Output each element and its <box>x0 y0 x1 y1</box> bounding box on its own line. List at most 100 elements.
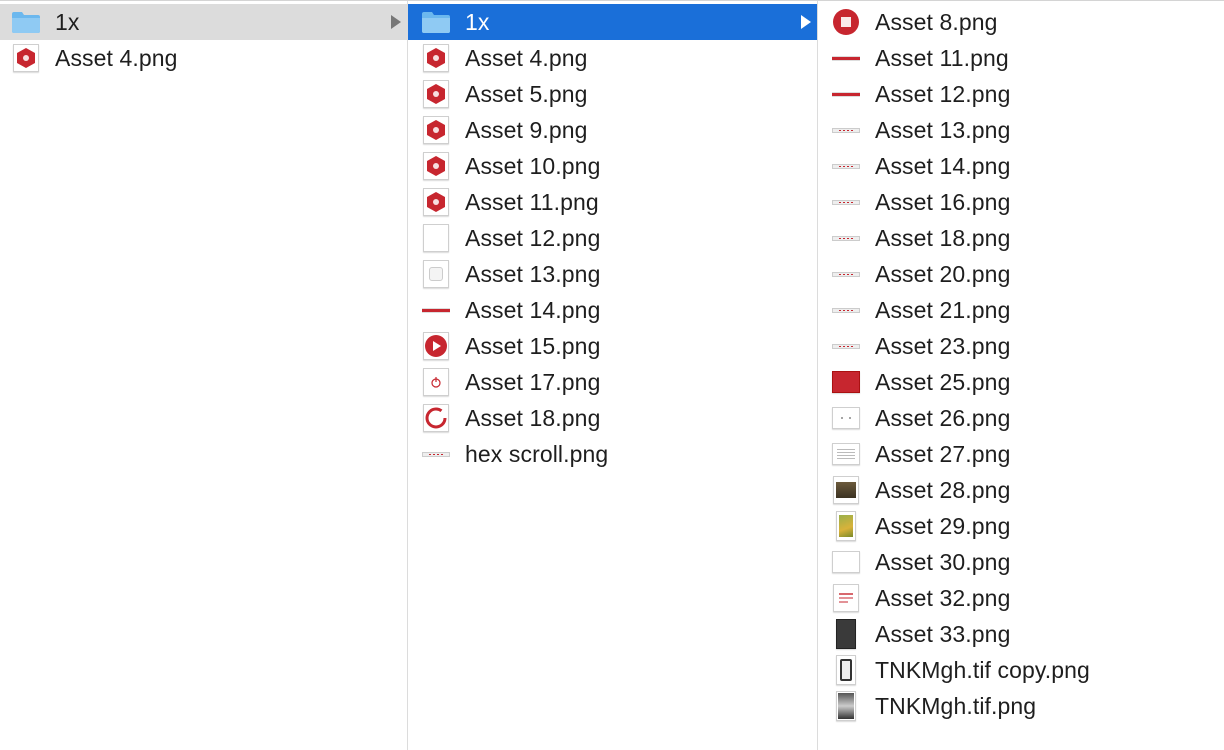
file-row[interactable]: Asset 20.png <box>818 256 1224 292</box>
file-row[interactable]: Asset 4.png <box>0 40 407 76</box>
file-row[interactable]: Asset 23.png <box>818 328 1224 364</box>
file-name: Asset 18.png <box>875 224 1011 251</box>
hex-red-icon <box>421 43 451 73</box>
folder-row[interactable]: 1x <box>408 4 817 40</box>
hex-red-icon <box>421 151 451 181</box>
file-row[interactable]: Asset 4.png <box>408 40 817 76</box>
blank-wide-thumbnail-icon <box>831 547 861 577</box>
file-row[interactable]: Asset 17.png <box>408 364 817 400</box>
file-row[interactable]: Asset 10.png <box>408 148 817 184</box>
file-row[interactable]: Asset 13.png <box>818 112 1224 148</box>
file-name: Asset 10.png <box>465 152 601 179</box>
red-box-thumbnail-icon <box>831 367 861 397</box>
power-thumbnail-icon <box>421 367 451 397</box>
hex-red-icon <box>11 43 41 73</box>
photo-thumbnail-icon <box>831 475 861 505</box>
dark-tall-thumbnail-icon <box>831 619 861 649</box>
file-name: TNKMgh.tif.png <box>875 692 1037 719</box>
file-row[interactable]: Asset 9.png <box>408 112 817 148</box>
file-name: Asset 18.png <box>465 404 601 431</box>
text-red-thumbnail-icon <box>831 583 861 613</box>
file-row[interactable]: Asset 13.png <box>408 256 817 292</box>
dots-thumbnail-icon <box>831 403 861 433</box>
dotted-bar-thumbnail-icon <box>831 223 861 253</box>
file-row[interactable]: Asset 18.png <box>818 220 1224 256</box>
file-name: Asset 12.png <box>465 224 601 251</box>
column-3[interactable]: Asset 8.png Asset 11.png Asset 12.png Asset… <box>818 1 1224 750</box>
column-2[interactable]: 1x Asset 4.png Asset 5.png Asset 9.png A… <box>408 1 818 750</box>
bar-thumbnail-icon <box>831 43 861 73</box>
file-name: Asset 26.png <box>875 404 1011 431</box>
file-name: Asset 29.png <box>875 512 1011 539</box>
dotted-bar-thumbnail-icon <box>831 115 861 145</box>
file-name: Asset 4.png <box>465 44 588 71</box>
blank-thumbnail-icon <box>421 223 451 253</box>
file-row[interactable]: Asset 8.png <box>818 4 1224 40</box>
disclosure-arrow-icon <box>391 15 401 29</box>
lines-thumbnail-icon <box>831 439 861 469</box>
column-view-browser: 1x Asset 4.png 1x Asset 4.png Asset 5.pn… <box>0 0 1224 750</box>
file-name: Asset 13.png <box>875 116 1011 143</box>
file-row[interactable]: Asset 11.png <box>408 184 817 220</box>
file-name: Asset 32.png <box>875 584 1011 611</box>
bar-thumbnail-icon <box>831 79 861 109</box>
file-name: Asset 12.png <box>875 80 1011 107</box>
file-name: Asset 30.png <box>875 548 1011 575</box>
file-row[interactable]: TNKMgh.tif copy.png <box>818 652 1224 688</box>
file-name: Asset 5.png <box>465 80 588 107</box>
folder-icon <box>11 7 41 37</box>
file-row[interactable]: Asset 30.png <box>818 544 1224 580</box>
bar-thumbnail-icon <box>421 295 451 325</box>
file-name: TNKMgh.tif copy.png <box>875 656 1090 683</box>
file-name: Asset 13.png <box>465 260 601 287</box>
file-row[interactable]: hex scroll.png <box>408 436 817 472</box>
file-row[interactable]: Asset 26.png <box>818 400 1224 436</box>
green-photo-thumbnail-icon <box>831 511 861 541</box>
file-name: Asset 25.png <box>875 368 1011 395</box>
file-name: Asset 21.png <box>875 296 1011 323</box>
file-name: 1x <box>55 8 80 35</box>
dotted-bar-thumbnail-icon <box>421 439 451 469</box>
file-row[interactable]: Asset 29.png <box>818 508 1224 544</box>
file-name: Asset 11.png <box>875 44 1009 71</box>
hex-red-icon <box>421 115 451 145</box>
file-row[interactable]: Asset 25.png <box>818 364 1224 400</box>
file-name: Asset 20.png <box>875 260 1011 287</box>
column-1[interactable]: 1x Asset 4.png <box>0 1 408 750</box>
file-row[interactable]: Asset 14.png <box>818 148 1224 184</box>
dotted-bar-thumbnail-icon <box>831 259 861 289</box>
phone-thumbnail-icon <box>831 655 861 685</box>
dotted-bar-thumbnail-icon <box>831 187 861 217</box>
file-row[interactable]: Asset 15.png <box>408 328 817 364</box>
file-row[interactable]: TNKMgh.tif.png <box>818 688 1224 724</box>
file-row[interactable]: Asset 12.png <box>408 220 817 256</box>
file-row[interactable]: Asset 18.png <box>408 400 817 436</box>
file-row[interactable]: Asset 14.png <box>408 292 817 328</box>
file-name: Asset 28.png <box>875 476 1011 503</box>
file-name: Asset 11.png <box>465 188 599 215</box>
file-row[interactable]: Asset 12.png <box>818 76 1224 112</box>
gradient-tall-thumbnail-icon <box>831 691 861 721</box>
play-red-icon <box>421 331 451 361</box>
file-row[interactable]: Asset 5.png <box>408 76 817 112</box>
file-row[interactable]: Asset 21.png <box>818 292 1224 328</box>
file-name: Asset 16.png <box>875 188 1011 215</box>
folder-row[interactable]: 1x <box>0 4 407 40</box>
file-row[interactable]: Asset 32.png <box>818 580 1224 616</box>
file-row[interactable]: Asset 33.png <box>818 616 1224 652</box>
ring-red-icon <box>421 403 451 433</box>
file-name: Asset 27.png <box>875 440 1011 467</box>
disclosure-arrow-icon <box>801 15 811 29</box>
light-thumbnail-icon <box>421 259 451 289</box>
dotted-bar-thumbnail-icon <box>831 331 861 361</box>
file-row[interactable]: Asset 27.png <box>818 436 1224 472</box>
file-row[interactable]: Asset 16.png <box>818 184 1224 220</box>
file-name: Asset 9.png <box>465 116 588 143</box>
file-row[interactable]: Asset 28.png <box>818 472 1224 508</box>
file-name: Asset 4.png <box>55 44 178 71</box>
file-name: Asset 33.png <box>875 620 1011 647</box>
file-name: Asset 14.png <box>465 296 601 323</box>
hex-red-icon <box>421 187 451 217</box>
hex-red-icon <box>421 79 451 109</box>
file-row[interactable]: Asset 11.png <box>818 40 1224 76</box>
